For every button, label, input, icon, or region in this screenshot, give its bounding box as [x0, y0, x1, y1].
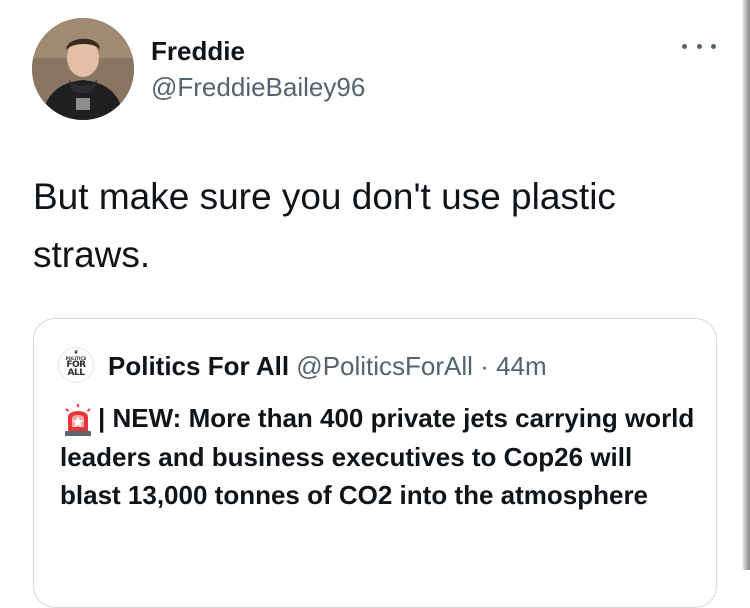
more-dot [682, 43, 687, 49]
user-avatar[interactable] [32, 18, 134, 120]
more-horizontal-icon[interactable] [682, 36, 716, 56]
quoted-avatar[interactable]: ❦ POLITICS FOR ALL [58, 347, 94, 383]
quoted-header: Politics For All @PoliticsForAll · 44m [108, 349, 547, 383]
more-dot [711, 43, 716, 49]
tweet-text: But make sure you don't use plastic stra… [33, 176, 616, 275]
quoted-tweet-text: | NEW: More than 400 private jets carryi… [60, 403, 695, 510]
avatar-logo-line: ALL [67, 368, 85, 378]
quoted-display-name[interactable]: Politics For All [108, 351, 289, 381]
quoted-timestamp[interactable]: 44m [496, 351, 547, 381]
user-handle[interactable]: @FreddieBailey96 [151, 72, 365, 103]
leaf-icon: ❦ [73, 349, 79, 356]
more-dot [696, 43, 702, 49]
separator-dot: · [480, 351, 489, 381]
window-edge [742, 0, 750, 570]
display-name[interactable]: Freddie [151, 36, 245, 67]
quoted-handle[interactable]: @PoliticsForAll [296, 351, 473, 381]
quoted-tweet-card[interactable]: ❦ POLITICS FOR ALL Politics For All @Pol… [33, 318, 717, 608]
